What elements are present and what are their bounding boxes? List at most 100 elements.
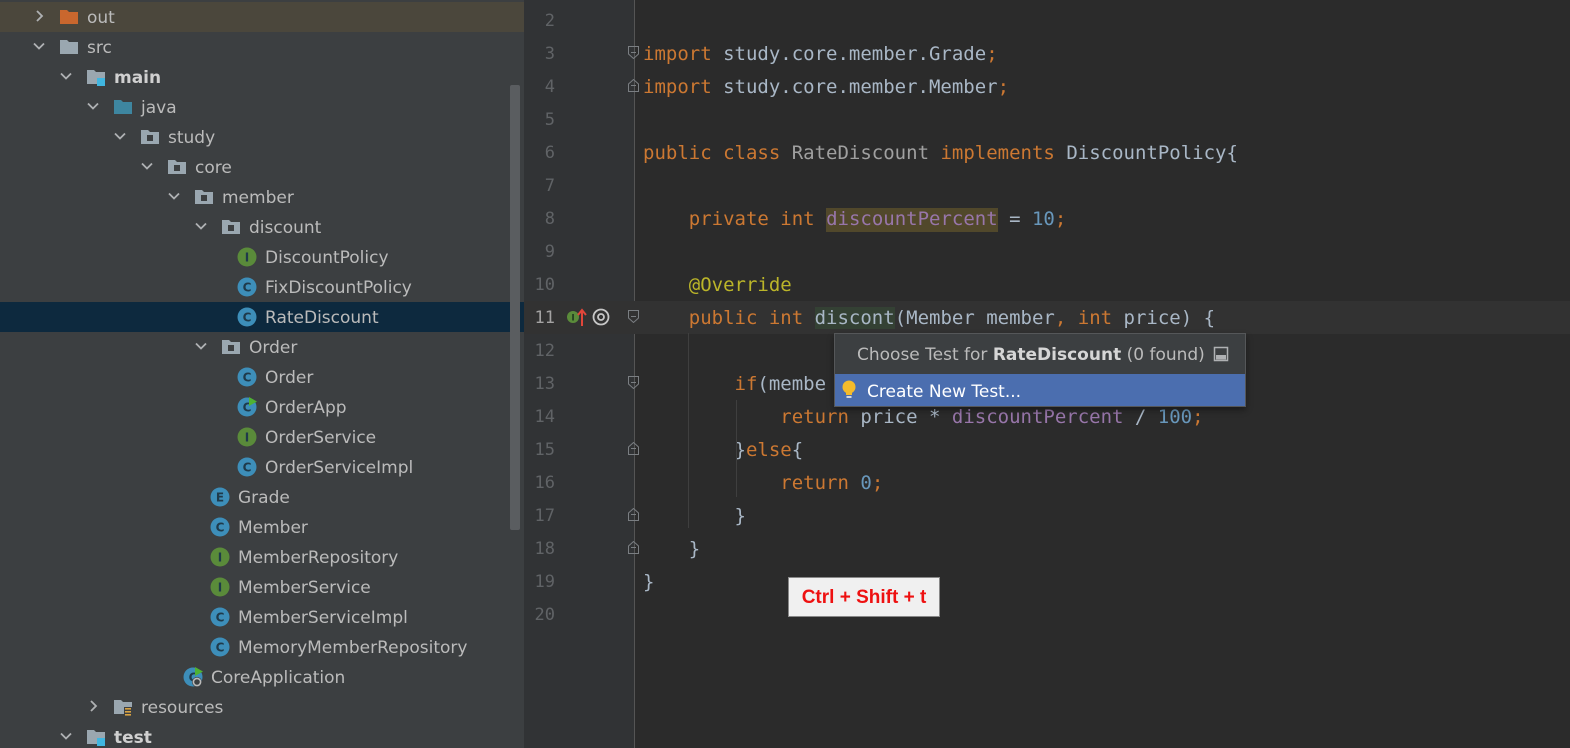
code-text[interactable]: public int discont(Member member, int pr… [643,307,1215,329]
indent-guide [736,400,737,497]
fold-marker-icon[interactable] [628,442,639,455]
tree-scrollbar[interactable] [510,85,520,530]
tree-item-out[interactable]: out [0,2,524,32]
tree-item-label: member [222,188,294,208]
module-folder-icon [87,70,105,86]
code-text[interactable]: } [643,505,746,527]
code-text[interactable]: } [643,538,700,560]
tree-item-orderservice[interactable]: I OrderService [0,422,524,452]
interface-icon: I [210,547,230,567]
create-new-test-item[interactable]: Create New Test... [835,374,1245,406]
tree-item-memberrepository[interactable]: I MemberRepository [0,542,524,572]
code-line[interactable]: 19} [524,565,1570,598]
code-line[interactable]: 18 } [524,532,1570,565]
tree-item-study[interactable]: study [0,122,524,152]
code-text[interactable]: if(membe [643,373,827,395]
tree-item-memberservice[interactable]: I MemberService [0,572,524,602]
code-line[interactable]: 10 @Override [524,268,1570,301]
code-text[interactable]: return 0; [643,472,883,494]
pin-icon[interactable] [1213,346,1229,362]
tree-item-orderserviceimpl[interactable]: C OrderServiceImpl [0,452,524,482]
code-line[interactable]: 16 return 0; [524,466,1570,499]
tree-item-java[interactable]: java [0,92,524,122]
class-icon: C [210,637,230,657]
code-token: } [688,538,701,560]
tree-item-discountpolicy[interactable]: I DiscountPolicy [0,242,524,272]
chevron-down-icon[interactable] [140,159,154,173]
tree-item-member[interactable]: C Member [0,512,524,542]
tree-item-coreapplication[interactable]: C CoreApplication [0,662,524,692]
code-line[interactable]: 20 [524,598,1570,631]
code-line[interactable]: 3 import study.core.member.Grade; [524,37,1570,70]
fold-marker-icon[interactable] [628,508,639,521]
svg-text:C: C [243,461,252,475]
tree-item-test[interactable]: test [0,722,524,748]
code-line[interactable]: 6 public class RateDiscount implements Di… [524,136,1570,169]
code-text[interactable]: return price * discountPercent / 100; [643,406,1203,428]
tree-item-memorymemberrepository[interactable]: C MemoryMemberRepository [0,632,524,662]
code-line[interactable]: 8 private int discountPercent = 10; [524,202,1570,235]
code-line[interactable]: 15 }else{ [524,433,1570,466]
tree-item-ratediscount[interactable]: C RateDiscount [0,302,524,332]
tree-item-label: FixDiscountPolicy [265,278,412,298]
tree-item-label: MemberService [238,578,371,598]
svg-text:I: I [245,251,249,265]
tree-item-fixdiscountpolicy[interactable]: C FixDiscountPolicy [0,272,524,302]
fold-marker-icon[interactable] [628,541,639,554]
chevron-down-icon[interactable] [59,729,73,743]
fold-marker-icon[interactable] [628,310,639,323]
tree-item-label: OrderService [265,428,377,448]
chevron-down-icon[interactable] [59,69,73,83]
chevron-down-icon[interactable] [113,129,127,143]
code-line[interactable]: 9 [524,235,1570,268]
override-annotation-icon[interactable] [591,307,611,327]
code-token: price * [848,406,952,428]
tree-item-orderapp[interactable]: C OrderApp [0,392,524,422]
chevron-right-icon[interactable] [32,9,46,23]
chevron-right-icon[interactable] [86,699,100,713]
chevron-down-icon[interactable] [167,189,181,203]
code-text[interactable]: import study.core.member.Grade; [643,43,998,65]
tree-item-label: main [114,68,162,88]
code-line[interactable]: 11 I public int discont(Member member, in… [524,301,1570,334]
tree-item-grade[interactable]: E Grade [0,482,524,512]
code-text[interactable]: } [643,571,654,593]
code-line[interactable]: 7 [524,169,1570,202]
code-line[interactable]: 5 [524,103,1570,136]
code-line[interactable]: 4 import study.core.member.Member; [524,70,1570,103]
tree-item-order[interactable]: C Order [0,362,524,392]
code-text[interactable]: private int discountPercent = 10; [643,208,1066,232]
keyword-token: int [1077,307,1113,329]
tree-item-main[interactable]: main [0,62,524,92]
chevron-down-icon[interactable] [32,39,46,53]
tree-item-memberserviceimpl[interactable]: C MemberServiceImpl [0,602,524,632]
chevron-down-icon[interactable] [86,99,100,113]
spring-boot-app-icon: C [183,667,203,687]
code-text[interactable]: }else{ [643,439,804,461]
code-line[interactable]: 2 [524,4,1570,37]
tree-item-member[interactable]: member [0,182,524,212]
line-number: 4 [544,77,555,97]
fold-marker-icon[interactable] [628,46,639,59]
tree-item-src[interactable]: src [0,32,524,62]
tree-item-order[interactable]: Order [0,332,524,362]
code-text[interactable]: @Override [643,274,792,296]
keyword-token: public int [688,307,804,329]
chevron-down-icon[interactable] [194,339,208,353]
tree-item-resources[interactable]: resources [0,692,524,722]
line-number: 19 [534,572,555,592]
line-number: 15 [534,440,555,460]
tree-item-core[interactable]: core [0,152,524,182]
chevron-down-icon[interactable] [194,219,208,233]
keyword-token: if [734,373,758,395]
fold-marker-icon[interactable] [628,79,639,92]
code-text[interactable]: import study.core.member.Member; [643,76,1009,98]
svg-text:C: C [216,521,225,535]
keyword-token: public class [643,142,781,164]
line-number: 9 [544,242,555,262]
popup-title-prefix: Choose Test for [857,345,993,365]
fold-marker-icon[interactable] [628,376,639,389]
code-text[interactable]: public class RateDiscount implements Dis… [643,142,1238,164]
tree-item-discount[interactable]: discount [0,212,524,242]
code-line[interactable]: 17 } [524,499,1570,532]
